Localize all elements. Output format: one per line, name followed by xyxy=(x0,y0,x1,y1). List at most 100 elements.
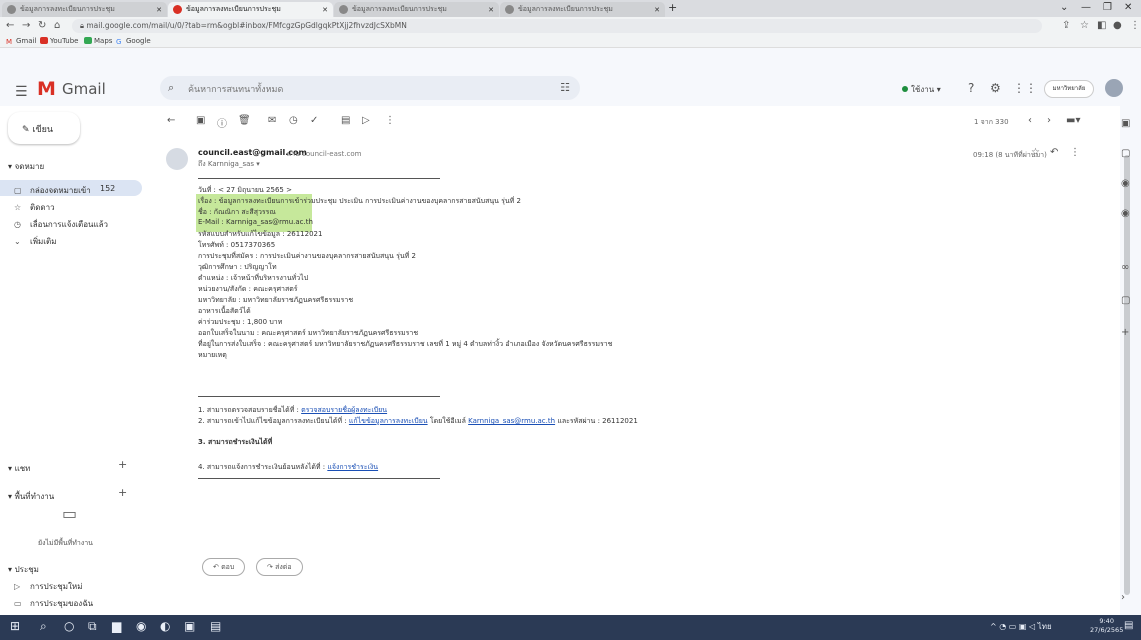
keep-app-icon[interactable]: ▢ xyxy=(1121,148,1130,159)
browser-tab-active[interactable]: ข้อมูลการลงทะเบียนการประชุม ✕ xyxy=(168,2,333,17)
profile-icon[interactable]: ● xyxy=(1113,20,1122,31)
bookmark-gmail[interactable]: M Gmail xyxy=(6,37,36,46)
chrome-icon[interactable]: ◉ xyxy=(136,619,146,633)
sidebar-item-inbox[interactable]: ▢ กล่องจดหมายเข้า xyxy=(14,184,91,197)
close-tab-icon[interactable]: ✕ xyxy=(322,6,328,14)
browser-tab[interactable]: ข้อมูลการลงทะเบียนการประชุม ✕ xyxy=(500,2,665,17)
spaces-section-label[interactable]: ▾ พื้นที่ทำงาน xyxy=(8,490,54,503)
app-icon[interactable]: ▤ xyxy=(210,619,221,633)
taskbar-clock[interactable]: 9:40 27/6/2565 xyxy=(1090,617,1123,635)
calendar-app-icon[interactable]: ▣ xyxy=(1121,118,1130,129)
url-input[interactable]: 🔒︎ mail.google.com/mail/u/0/?tab=rm&ogbl… xyxy=(72,19,1042,33)
snooze-icon[interactable]: ◷ xyxy=(289,115,298,126)
search-bar[interactable]: ⌕ ค้นหาการสนทนาทั้งหมด ☷ xyxy=(160,76,580,100)
organization-logo[interactable]: มหาวิทยาลัย xyxy=(1044,80,1094,98)
recipient-line[interactable]: ถึง Karnniga_sas ▾ xyxy=(198,159,260,170)
edit-registration-link[interactable]: แก้ไขข้อมูลการลงทะเบียน xyxy=(349,417,428,425)
input-language[interactable]: ไทย xyxy=(1038,622,1052,631)
mail-section-label[interactable]: ▾ จดหมาย xyxy=(8,160,44,173)
archive-icon[interactable]: ▣ xyxy=(196,115,205,126)
sender-avatar[interactable] xyxy=(166,148,188,170)
bookmark-google[interactable]: G Google xyxy=(116,37,151,46)
report-spam-icon[interactable]: ⓘ xyxy=(217,115,227,130)
check-list-link[interactable]: ตรวจสอบรายชื่อผู้ลงทะเบียน xyxy=(301,406,387,414)
status-selector[interactable]: ใช้งาน ▾ xyxy=(902,83,941,96)
reload-icon[interactable]: ↻ xyxy=(38,20,46,31)
move-to-icon[interactable]: ▤ xyxy=(341,115,350,126)
extensions-icon[interactable]: ◧ xyxy=(1097,20,1106,31)
forward-button[interactable]: ↷ ส่งต่อ xyxy=(256,558,303,576)
gmail-app-name: Gmail xyxy=(62,80,106,98)
scrollbar[interactable] xyxy=(1124,155,1130,595)
app-icon[interactable]: ▣ xyxy=(184,619,195,633)
bookmark-maps[interactable]: Maps xyxy=(84,37,112,45)
close-tab-icon[interactable]: ✕ xyxy=(156,6,162,14)
browser-tab[interactable]: ข้อมูลการลงทะเบียนการประชุม ✕ xyxy=(2,2,167,17)
meet-section-label[interactable]: ▾ ประชุม xyxy=(8,563,39,576)
taskbar-search-icon[interactable]: ⌕ xyxy=(40,619,47,634)
new-tab-icon[interactable]: + xyxy=(668,1,677,14)
registrant-email-link[interactable]: Karnniga_sas@rmu.ac.th xyxy=(468,417,555,425)
close-window-icon[interactable]: ✕ xyxy=(1124,2,1132,13)
search-input[interactable]: ค้นหาการสนทนาทั้งหมด xyxy=(188,82,283,96)
search-icon[interactable]: ⌕ xyxy=(168,81,174,95)
addon-icon[interactable]: ∞ xyxy=(1121,262,1129,273)
bookmark-youtube[interactable]: YouTube xyxy=(40,37,78,45)
system-tray[interactable]: ^ ◔ ▭ ▣ ◁ ไทย xyxy=(990,620,1052,633)
edge-icon[interactable]: ◐ xyxy=(160,619,170,633)
forward-icon[interactable]: → xyxy=(22,20,30,31)
add-task-icon[interactable]: ✓ xyxy=(310,115,318,126)
minimize-icon[interactable]: — xyxy=(1081,2,1091,13)
sidebar-item-starred[interactable]: ☆ ติดดาว xyxy=(14,201,55,214)
maximize-icon[interactable]: ❐ xyxy=(1103,2,1112,13)
sidebar-item-snoozed[interactable]: ◷ เลื่อนการแจ้งเตือนแล้ว xyxy=(14,218,108,231)
meet-new-meeting[interactable]: ▷ การประชุมใหม่ xyxy=(14,580,82,593)
meet-my-meetings[interactable]: ▭ การประชุมของฉัน xyxy=(14,597,93,610)
contacts-app-icon[interactable]: ◉ xyxy=(1121,208,1130,219)
back-icon[interactable]: ← xyxy=(6,20,14,31)
star-email-icon[interactable]: ☆ xyxy=(1031,147,1040,158)
reply-button[interactable]: ↶ ตอบ xyxy=(202,558,246,576)
sidebar-item-more[interactable]: ⌄ เพิ่มเติม xyxy=(14,235,56,248)
apps-grid-icon[interactable]: ⋮⋮ xyxy=(1013,81,1037,95)
task-view-icon[interactable]: ⧉ xyxy=(88,619,97,634)
close-tab-icon[interactable]: ✕ xyxy=(654,6,660,14)
tab-search-icon[interactable]: ⌄ xyxy=(1060,2,1068,13)
reply-icon[interactable]: ↶ xyxy=(1050,147,1058,158)
input-tools-icon[interactable]: ▬▾ xyxy=(1066,115,1080,126)
account-avatar[interactable] xyxy=(1105,79,1123,97)
label-icon[interactable]: ▷ xyxy=(362,115,370,126)
email-more-icon[interactable]: ⋮ xyxy=(1070,147,1080,158)
older-icon[interactable]: ‹ xyxy=(1028,115,1032,126)
file-explorer-icon[interactable]: ▆ xyxy=(112,619,121,633)
add-chat-icon[interactable]: + xyxy=(118,458,127,471)
main-menu-icon[interactable]: ☰ xyxy=(15,84,28,100)
search-filter-icon[interactable]: ☷ xyxy=(560,81,570,94)
back-to-inbox-icon[interactable]: ← xyxy=(167,115,175,126)
add-space-icon[interactable]: + xyxy=(118,486,127,499)
payment-notice-link[interactable]: แจ้งการชำระเงิน xyxy=(327,463,378,471)
tasks-app-icon[interactable]: ◉ xyxy=(1121,178,1130,189)
get-addons-icon[interactable]: + xyxy=(1121,327,1129,338)
more-options-icon[interactable]: ⋮ xyxy=(385,115,395,126)
newer-icon[interactable]: › xyxy=(1047,115,1051,126)
share-icon[interactable]: ⇪ xyxy=(1062,20,1070,31)
compose-button[interactable]: ✎ เขียน xyxy=(8,112,80,144)
windows-taskbar xyxy=(0,615,1141,640)
close-tab-icon[interactable]: ✕ xyxy=(488,6,494,14)
bookmark-star-icon[interactable]: ☆ xyxy=(1080,20,1089,31)
home-icon[interactable]: ⌂ xyxy=(54,20,60,31)
gmail-logo[interactable]: M xyxy=(37,78,56,100)
delete-icon[interactable]: 🗑︎ xyxy=(238,115,251,126)
mark-unread-icon[interactable]: ✉ xyxy=(268,115,276,126)
expand-panel-icon[interactable]: › xyxy=(1121,592,1125,603)
notifications-icon[interactable]: ▤ xyxy=(1124,620,1133,631)
windows-start-icon[interactable]: ⊞ xyxy=(10,619,20,633)
meet-app-icon[interactable]: ▢ xyxy=(1121,295,1130,306)
chat-section-label[interactable]: ▾ แชท xyxy=(8,462,30,475)
cortana-icon[interactable]: ○ xyxy=(64,619,74,633)
settings-gear-icon[interactable]: ⚙ xyxy=(990,81,1001,95)
help-icon[interactable]: ? xyxy=(968,81,974,95)
browser-tab[interactable]: ข้อมูลการลงทะเบียนการประชุม ✕ xyxy=(334,2,499,17)
browser-menu-icon[interactable]: ⋮ xyxy=(1130,20,1140,31)
